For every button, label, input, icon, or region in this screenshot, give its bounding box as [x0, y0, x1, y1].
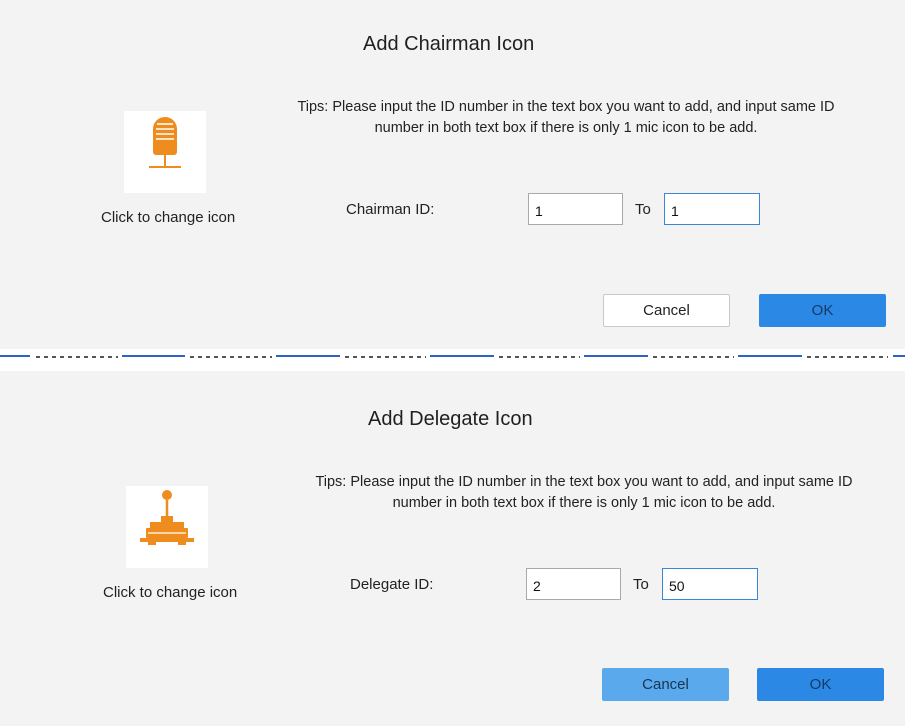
dialog-title: Add Chairman Icon — [363, 33, 535, 55]
delegate-id-from-input[interactable] — [526, 568, 621, 600]
change-icon-label[interactable]: Click to change icon — [101, 209, 235, 226]
separator — [0, 349, 905, 371]
tips-text: Tips: Please input the ID number in the … — [315, 474, 853, 511]
chairman-id-to-input[interactable] — [664, 193, 760, 225]
chairman-dialog: Add Chairman Icon Tips: Please input the… — [0, 0, 905, 345]
tips-text: Tips: Please input the ID number in the … — [297, 99, 835, 136]
dialog-title: Add Delegate Icon — [368, 408, 533, 430]
ok-button[interactable]: OK — [757, 668, 884, 701]
ok-button[interactable]: OK — [759, 294, 886, 327]
cancel-button[interactable]: Cancel — [603, 294, 730, 327]
to-label: To — [633, 576, 649, 593]
delegate-id-label: Delegate ID: — [350, 576, 434, 593]
cancel-button[interactable]: Cancel — [602, 668, 729, 701]
change-icon-button[interactable] — [124, 111, 206, 193]
delegate-dialog: Add Delegate Icon Tips: Please input the… — [0, 375, 905, 726]
change-icon-button[interactable] — [126, 486, 208, 568]
chairman-id-label: Chairman ID: — [346, 201, 435, 218]
microphone-icon — [149, 117, 181, 168]
to-label: To — [635, 201, 651, 218]
delegate-mic-icon — [140, 490, 194, 545]
chairman-id-from-input[interactable] — [528, 193, 623, 225]
delegate-id-to-input[interactable] — [662, 568, 758, 600]
change-icon-label[interactable]: Click to change icon — [103, 584, 237, 601]
